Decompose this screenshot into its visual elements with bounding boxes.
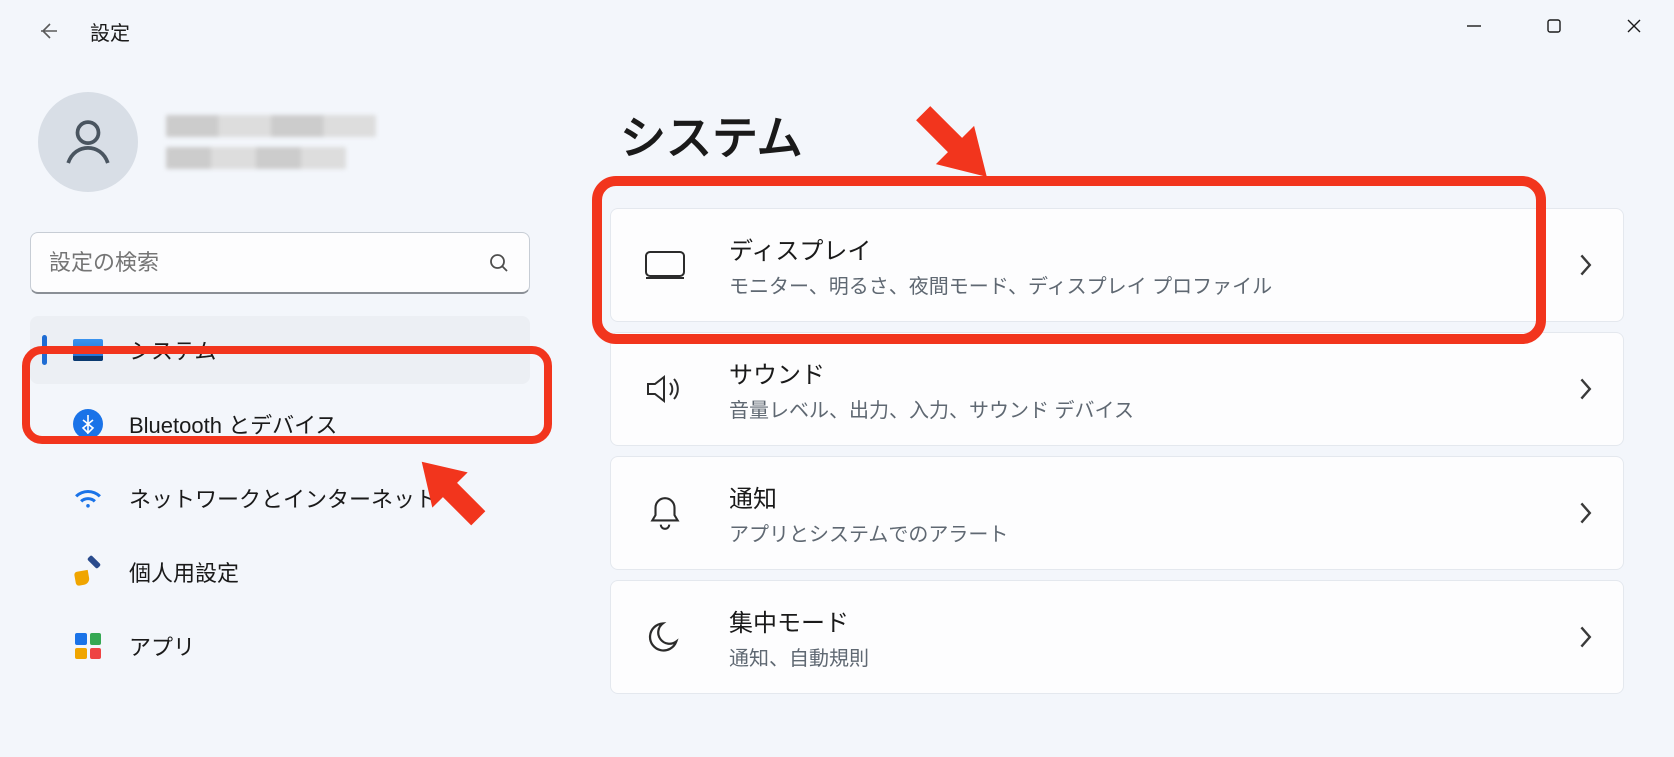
- card-title: 集中モード: [729, 603, 1537, 638]
- sidebar-item-system[interactable]: システム: [30, 316, 530, 384]
- bluetooth-icon: [73, 409, 103, 439]
- bell-icon: [641, 489, 689, 537]
- card-subtitle: 音量レベル、出力、入力、サウンド デバイス: [729, 394, 1537, 423]
- avatar: [38, 92, 138, 192]
- titlebar: 設定: [0, 0, 1674, 62]
- minimize-button[interactable]: [1434, 0, 1514, 52]
- main-content: システム ディスプレイ モニター、明るさ、夜間モード、ディスプレイ プロファイル: [560, 62, 1674, 704]
- window-controls: [1434, 0, 1674, 52]
- sidebar-item-label: Bluetooth とデバイス: [129, 408, 337, 440]
- chevron-right-icon: [1577, 625, 1593, 649]
- card-subtitle: アプリとシステムでのアラート: [729, 518, 1537, 547]
- search-input[interactable]: [49, 250, 487, 276]
- card-subtitle: モニター、明るさ、夜間モード、ディスプレイ プロファイル: [729, 270, 1537, 299]
- sound-icon: [641, 365, 689, 413]
- system-icon: [73, 335, 103, 365]
- sidebar-item-label: 個人用設定: [129, 556, 239, 588]
- sidebar-item-personalization[interactable]: 個人用設定: [30, 538, 530, 606]
- card-title: ディスプレイ: [729, 231, 1537, 266]
- chevron-right-icon: [1577, 377, 1593, 401]
- selection-indicator: [42, 335, 47, 365]
- card-title: 通知: [729, 479, 1537, 514]
- display-icon: [641, 241, 689, 289]
- brush-icon: [73, 557, 103, 587]
- card-sound[interactable]: サウンド 音量レベル、出力、入力、サウンド デバイス: [610, 332, 1624, 446]
- back-button[interactable]: [30, 13, 66, 49]
- card-display[interactable]: ディスプレイ モニター、明るさ、夜間モード、ディスプレイ プロファイル: [610, 208, 1624, 322]
- card-focus[interactable]: 集中モード 通知、自動規則: [610, 580, 1624, 694]
- apps-icon: [73, 631, 103, 661]
- sidebar-item-label: システム: [129, 334, 216, 366]
- moon-icon: [641, 613, 689, 661]
- chevron-right-icon: [1577, 253, 1593, 277]
- card-subtitle: 通知、自動規則: [729, 642, 1537, 671]
- sidebar-nav: システム Bluetooth とデバイス: [30, 316, 530, 680]
- page-title: システム: [620, 102, 1624, 168]
- close-button[interactable]: [1594, 0, 1674, 52]
- sidebar-item-bluetooth[interactable]: Bluetooth とデバイス: [30, 390, 530, 458]
- sidebar: システム Bluetooth とデバイス: [0, 62, 560, 704]
- sidebar-item-label: アプリ: [129, 630, 195, 662]
- sidebar-item-apps[interactable]: アプリ: [30, 612, 530, 680]
- sidebar-item-network[interactable]: ネットワークとインターネット: [30, 464, 530, 532]
- window-title: 設定: [90, 17, 130, 46]
- search-icon: [487, 251, 511, 275]
- maximize-button[interactable]: [1514, 0, 1594, 52]
- card-title: サウンド: [729, 355, 1537, 390]
- search-box[interactable]: [30, 232, 530, 294]
- wifi-icon: [73, 483, 103, 513]
- chevron-right-icon: [1577, 501, 1593, 525]
- sidebar-item-label: ネットワークとインターネット: [129, 482, 437, 514]
- profile-block[interactable]: [30, 92, 530, 192]
- profile-email-redacted: [166, 147, 346, 169]
- profile-text: [166, 115, 376, 169]
- profile-name-redacted: [166, 115, 376, 137]
- card-notifications[interactable]: 通知 アプリとシステムでのアラート: [610, 456, 1624, 570]
